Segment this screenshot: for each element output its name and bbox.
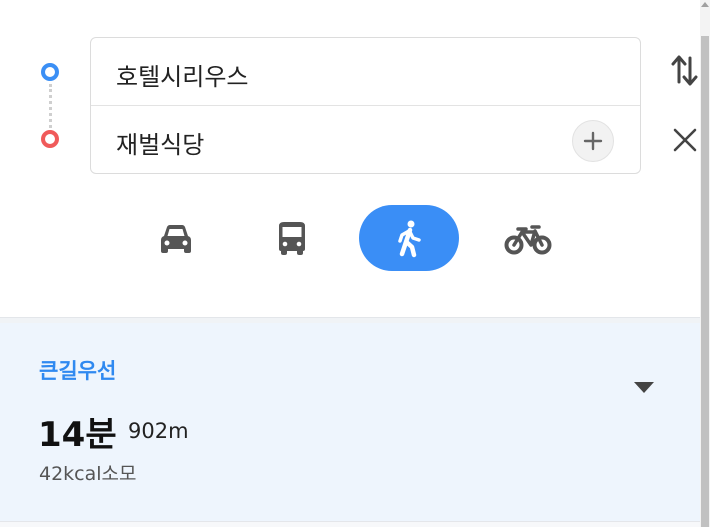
route-calories: 42kcal소모 (39, 463, 137, 485)
add-waypoint-button[interactable] (572, 120, 614, 162)
route-distance: 902m (128, 419, 189, 443)
swap-route-button[interactable] (670, 52, 700, 92)
directions-panel: 호텔시리우스 재벌식당 큰길우선 14분 902m 42kcal소모 (0, 0, 700, 527)
mode-bus-button[interactable] (242, 205, 342, 271)
destination-input-value: 재벌식당 (116, 131, 205, 159)
plus-icon (583, 131, 603, 151)
scrollbar[interactable] (700, 0, 710, 527)
expand-route-button[interactable] (632, 379, 656, 395)
route-inputs: 호텔시리우스 재벌식당 (90, 37, 641, 174)
origin-input[interactable]: 호텔시리우스 (91, 38, 640, 106)
swap-arrows-icon (671, 55, 698, 86)
route-duration: 14분 (38, 415, 117, 455)
mode-car-button[interactable] (126, 205, 226, 271)
bottom-border (0, 521, 700, 527)
mode-walk-button[interactable] (359, 205, 459, 271)
origin-input-value: 호텔시리우스 (116, 63, 249, 91)
scrollbar-thumb[interactable] (701, 36, 709, 527)
route-result-card[interactable]: 큰길우선 14분 902m 42kcal소모 (0, 323, 700, 521)
mode-bike-button[interactable] (474, 205, 574, 271)
walk-icon (398, 220, 421, 258)
destination-input[interactable]: 재벌식당 (91, 106, 640, 173)
route-option-name: 큰길우선 (39, 359, 117, 383)
close-button[interactable] (670, 125, 700, 155)
scroll-up-icon[interactable] (701, 2, 709, 7)
route-connector (49, 84, 52, 128)
destination-marker-icon (41, 130, 59, 148)
chevron-down-icon (634, 382, 654, 393)
car-icon (161, 225, 191, 253)
bus-icon (279, 222, 305, 255)
origin-marker-icon (41, 63, 59, 81)
close-icon (673, 128, 697, 152)
bike-icon (504, 225, 552, 255)
